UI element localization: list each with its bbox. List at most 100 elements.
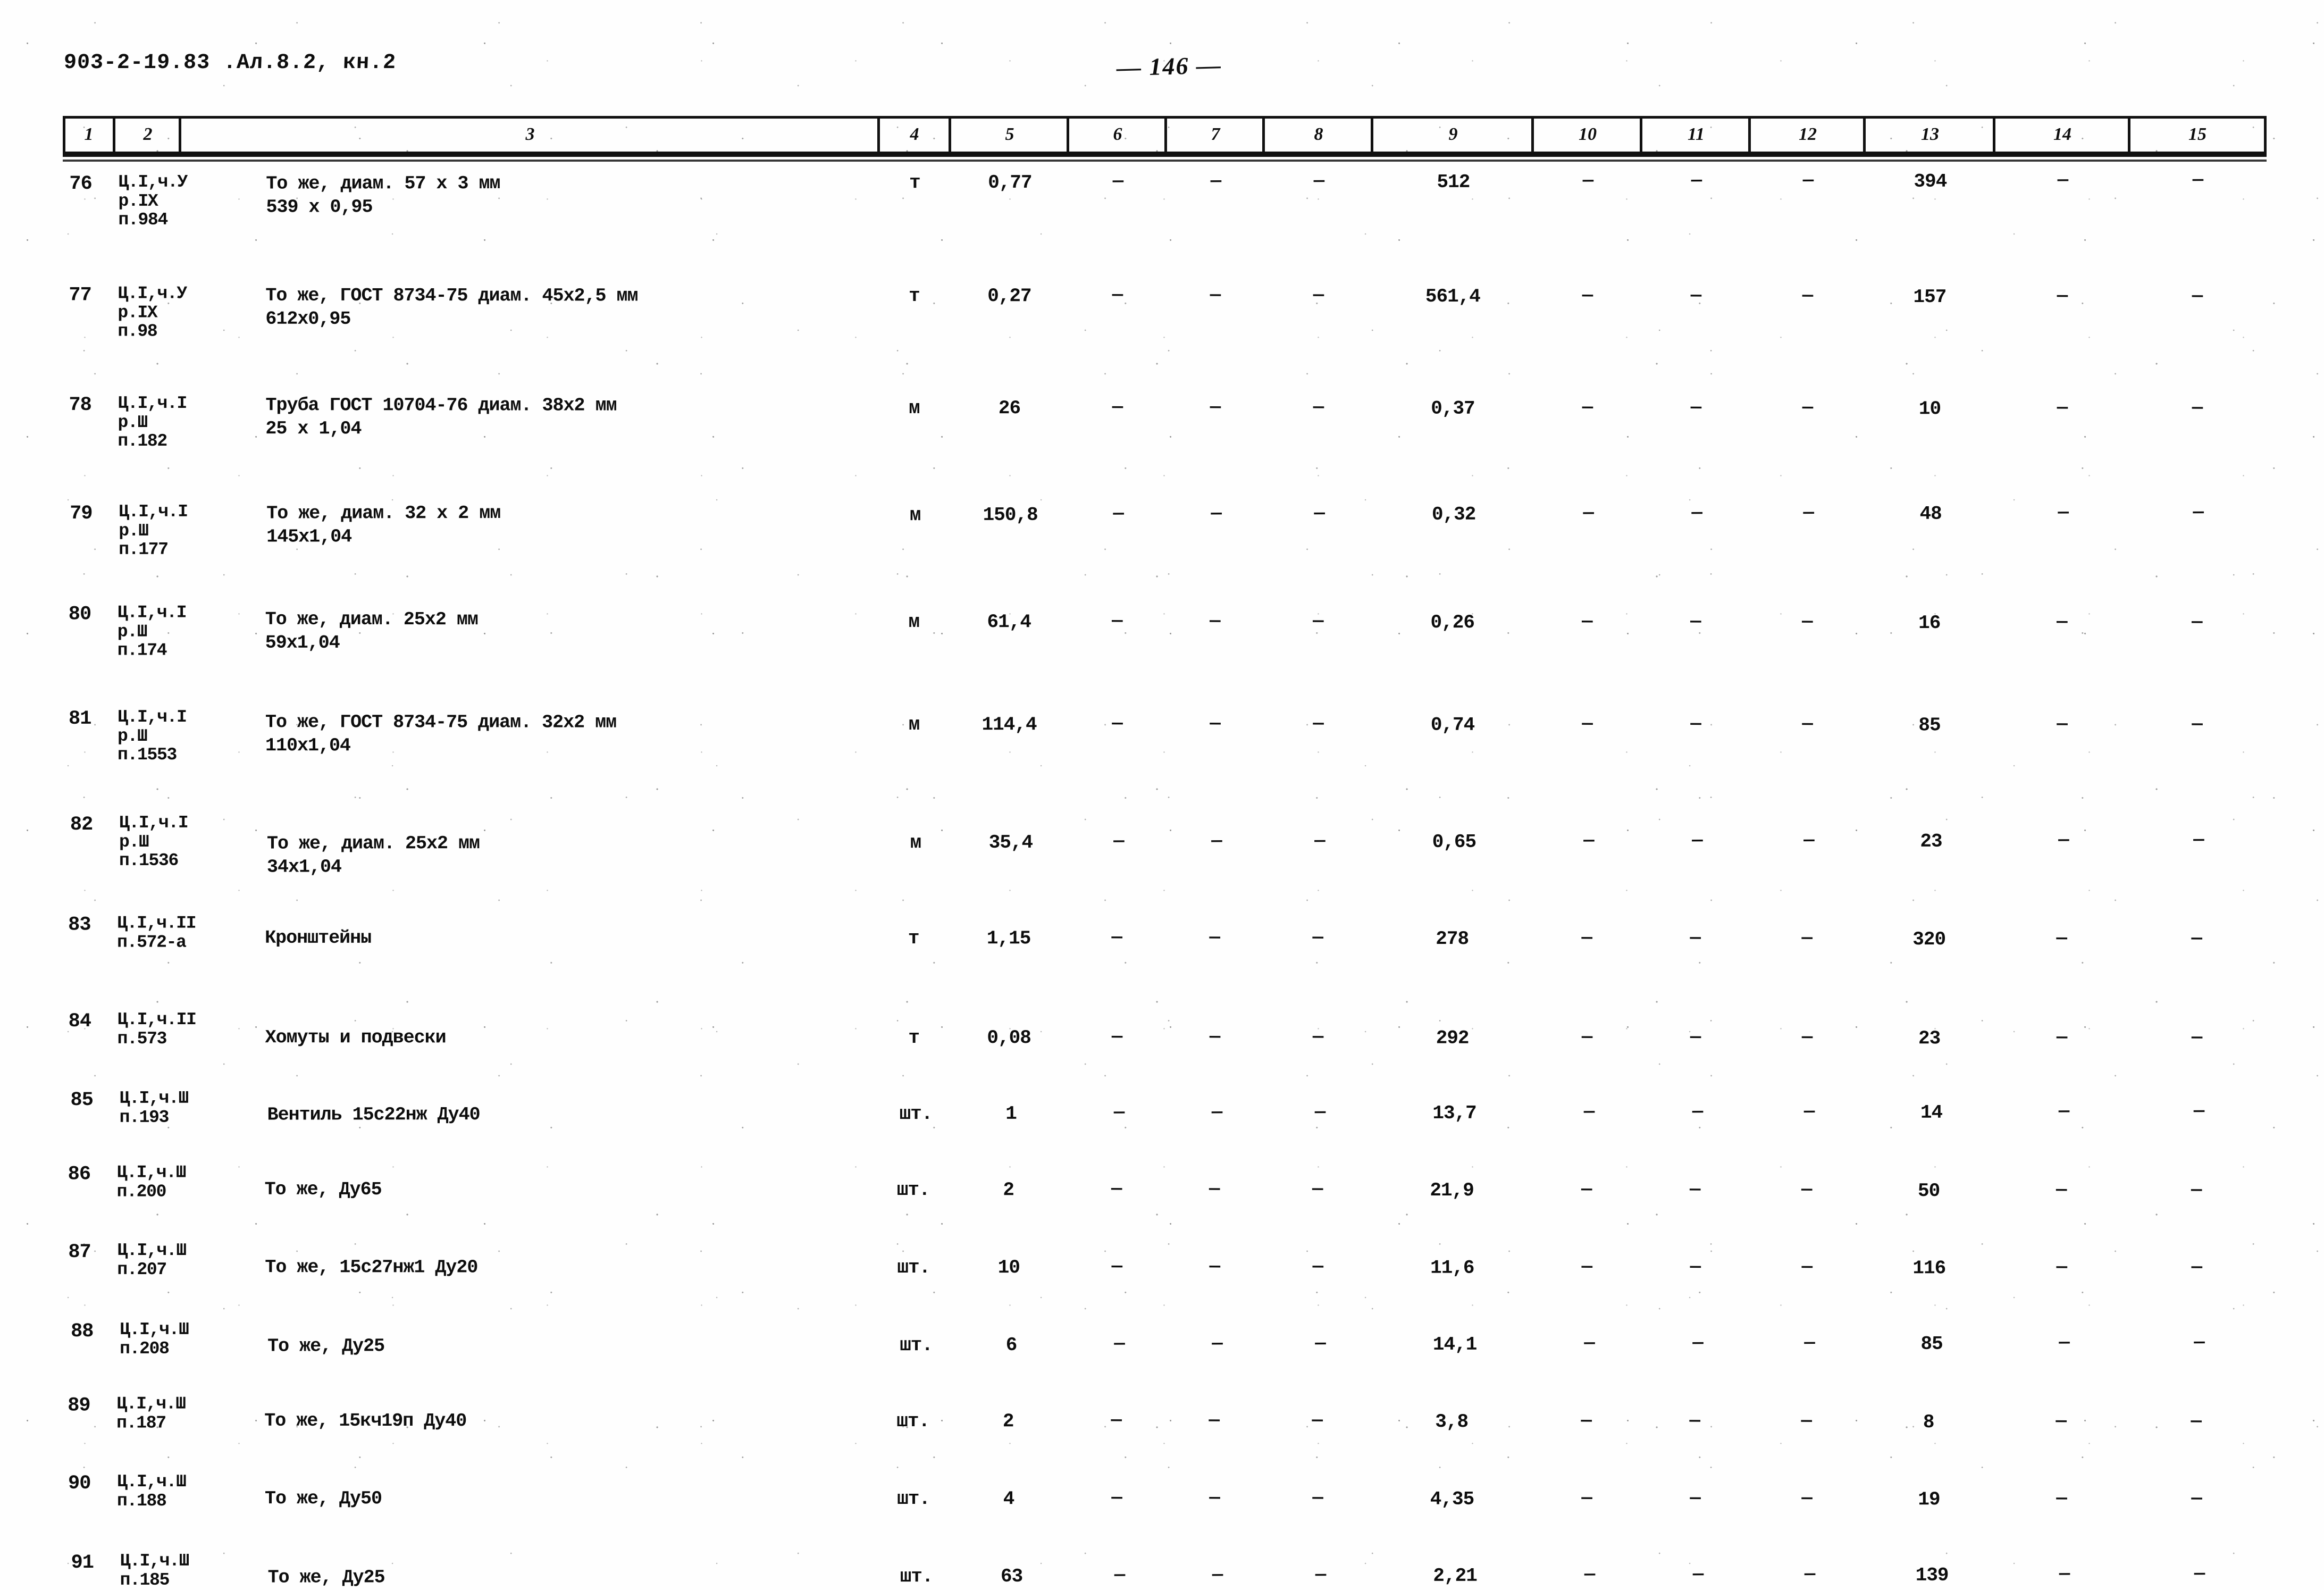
column-divider <box>1993 117 1995 153</box>
cell-col-7: — <box>1210 285 1221 306</box>
description-line: Хомуты и подвески <box>265 1027 446 1049</box>
table-row: 90 Ц.I,ч.Ш п.188 То же, Ду50 шт. 4— — —4,35— — —1… <box>0 0 2324 1511</box>
cell-col-5: 2 <box>1002 1410 1014 1433</box>
cell-col-5: 2 <box>1003 1179 1014 1201</box>
cell-col-10: — <box>1582 714 1592 734</box>
reference-line: Ц.I,ч.II <box>117 913 196 933</box>
cell-col-11: — <box>1690 612 1701 632</box>
cell-col-15: — <box>2191 1411 2201 1432</box>
cell-col-10: — <box>1584 1333 1595 1354</box>
cell-col-11: — <box>1692 1333 1703 1354</box>
cell-col-6: — <box>1111 1410 1121 1431</box>
row-number: 89 <box>68 1394 90 1417</box>
description-line: То же, ГОСТ 8734-75 диам. 45х2,5 мм <box>265 284 638 307</box>
cell-col-6: — <box>1111 927 1122 948</box>
cell-col-11: — <box>1691 171 1702 191</box>
reference-line: п.200 <box>116 1182 166 1202</box>
table-row: 83 Ц.I,ч.II п.572-а Кронштейны т 1,15— — —278— —… <box>0 0 2324 952</box>
cell-col-4: шт. <box>899 1103 933 1125</box>
document-code: 903-2-19.83 .Ал.8.2, кн.2 <box>63 51 397 75</box>
cell-col-14: — <box>2057 612 2067 633</box>
cell-col-5: 0,08 <box>987 1027 1031 1049</box>
description-line: 539 х 0,95 <box>266 196 373 218</box>
cell-col-9: 4,35 <box>1430 1488 1474 1510</box>
reference-line: п.182 <box>118 431 167 451</box>
row-reference: Ц.I,ч.У р.IX п.98 <box>118 283 272 341</box>
row-reference: Ц.I,ч.Ш п.188 <box>117 1472 271 1511</box>
reference-line: п.187 <box>116 1413 166 1433</box>
cell-col-7: — <box>1211 504 1221 524</box>
description-line: То же, диам. 57 х 3 мм <box>266 173 500 195</box>
cell-col-6: — <box>1112 714 1122 734</box>
cell-col-14: — <box>2058 503 2068 523</box>
cell-col-4: т <box>908 1026 919 1049</box>
cell-col-9: 0,37 <box>1431 397 1475 420</box>
cell-col-12: — <box>1802 398 1813 419</box>
cell-col-11: — <box>1691 503 1702 524</box>
row-description: То же, 15кч19п Ду40 <box>264 1410 838 1434</box>
cell-col-14: — <box>2059 1333 2069 1353</box>
cell-col-14: — <box>2056 1257 2067 1278</box>
cell-col-14: — <box>2057 286 2068 307</box>
cell-col-6: — <box>1113 504 1123 524</box>
cell-col-6: — <box>1112 611 1122 632</box>
cell-col-11: — <box>1689 1411 1700 1432</box>
cell-col-7: — <box>1210 611 1220 632</box>
reference-line: Ц.I,ч.Ш <box>117 1240 186 1261</box>
cell-col-8: — <box>1312 1410 1322 1431</box>
cell-col-14: — <box>2056 1488 2067 1509</box>
cell-col-8: — <box>1312 1027 1323 1048</box>
reference-line: п.177 <box>119 540 168 560</box>
column-divider <box>1371 117 1373 153</box>
table-row: 78 Ц.I,ч.I р.Ш п.182 Труба ГОСТ 10704-76 диа… <box>0 0 2324 451</box>
column-divider <box>1640 117 1642 153</box>
cell-col-6: — <box>1111 1257 1122 1277</box>
cell-col-4: т <box>909 172 920 194</box>
reference-line: Ц.I,ч.Ш <box>116 1162 186 1183</box>
cell-col-5: 150,8 <box>983 504 1038 526</box>
column-divider <box>1262 117 1265 153</box>
cell-col-4: м <box>908 713 920 735</box>
cell-col-12: — <box>1802 714 1813 735</box>
cell-col-14: — <box>2058 830 2069 851</box>
table-row: 81 Ц.I,ч.I р.Ш п.1553 То же, ГОСТ 8734-75 ди… <box>0 0 2324 765</box>
cell-col-12: — <box>1801 1411 1811 1432</box>
cell-col-10: — <box>1581 928 1592 949</box>
row-number: 85 <box>70 1089 93 1112</box>
reference-line: Ц.I,ч.Ш <box>116 1394 186 1414</box>
cell-col-9: 0,74 <box>1430 714 1475 736</box>
row-reference: Ц.I,ч.I р.Ш п.182 <box>118 394 272 451</box>
cell-col-14: — <box>2056 1027 2067 1048</box>
cell-col-6: — <box>1113 831 1124 852</box>
cell-col-14: — <box>2057 170 2068 191</box>
reference-line: Ц.I,ч.Ш <box>119 1088 189 1108</box>
cell-col-13: 19 <box>1918 1488 1940 1511</box>
cell-col-5: 1,15 <box>986 927 1031 950</box>
cell-col-6: — <box>1114 1565 1125 1586</box>
cell-col-13: 10 <box>1918 398 1941 420</box>
row-number: 78 <box>69 394 91 416</box>
cell-col-9: 0,26 <box>1430 612 1474 634</box>
column-header-6: 6 <box>1113 124 1122 144</box>
column-header-1: 1 <box>84 124 94 144</box>
cell-col-15: — <box>2191 1180 2202 1201</box>
cell-col-14: — <box>2057 714 2067 735</box>
cell-col-10: — <box>1582 397 1593 418</box>
cell-col-5: 6 <box>1005 1334 1017 1356</box>
row-reference: Ц.I,ч.I р.Ш п.177 <box>119 502 273 560</box>
column-header-2: 2 <box>143 124 153 144</box>
cell-col-12: — <box>1804 1564 1815 1585</box>
cell-col-7: — <box>1209 1488 1220 1509</box>
row-reference: Ц.I,ч.II п.573 <box>118 1010 272 1049</box>
cell-col-15: — <box>2192 170 2203 191</box>
cell-col-7: — <box>1209 1410 1219 1431</box>
cell-col-7: — <box>1211 831 1222 852</box>
page-number: — 146 — <box>1116 51 1222 81</box>
cell-col-6: — <box>1112 285 1123 306</box>
row-number: 81 <box>69 707 91 730</box>
cell-col-8: — <box>1314 831 1325 852</box>
cell-col-13: 85 <box>1920 1333 1943 1355</box>
cell-col-8: — <box>1315 1334 1325 1354</box>
row-reference: Ц.I,ч.Ш п.207 <box>117 1241 271 1279</box>
cell-col-4: м <box>909 397 920 419</box>
